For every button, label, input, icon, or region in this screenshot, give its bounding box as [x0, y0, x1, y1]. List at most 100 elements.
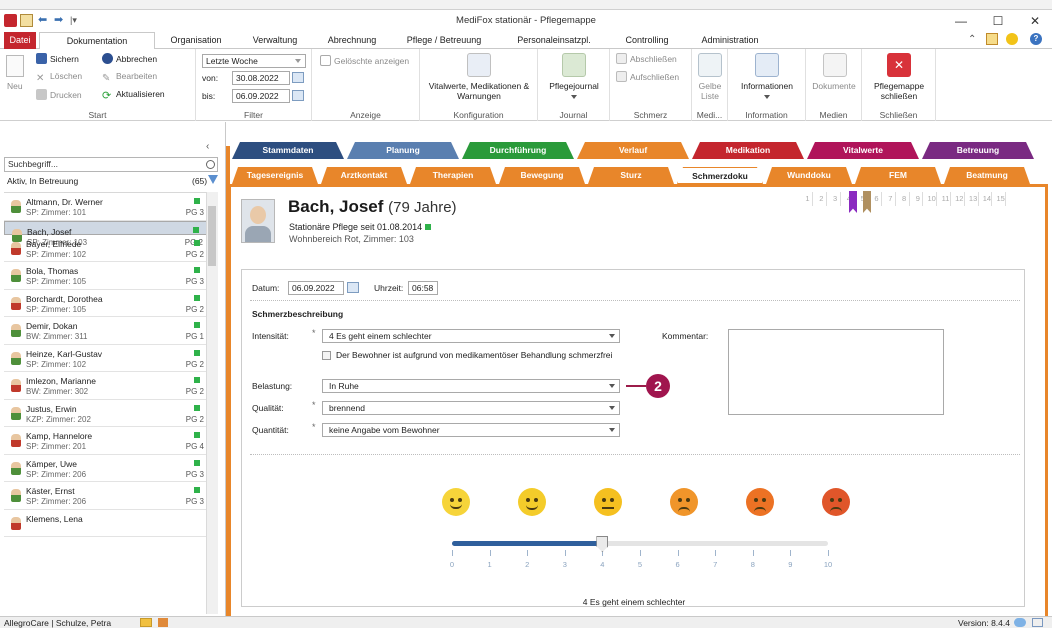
resident-filter[interactable]: Aktiv, In Betreuung (65): [4, 174, 218, 188]
cancel-button[interactable]: Abbrechen: [102, 53, 157, 64]
tab-abrechnung[interactable]: Abrechnung: [322, 32, 382, 49]
period-select[interactable]: Letzte Woche: [202, 54, 306, 68]
tab-administration[interactable]: Administration: [694, 32, 766, 49]
record-page-number[interactable]: 1: [803, 192, 813, 206]
information-button[interactable]: Informationen: [730, 81, 804, 91]
information-dropdown-icon[interactable]: [764, 95, 770, 99]
tab-verwaltung[interactable]: Verwaltung: [246, 32, 304, 49]
collapse-ribbon-icon[interactable]: ⌃: [968, 34, 976, 45]
quantity-select[interactable]: keine Angabe vom Bewohner: [322, 423, 620, 437]
record-page-number[interactable]: 6: [872, 192, 882, 206]
tab-dokumentation[interactable]: Dokumentation: [39, 32, 155, 50]
pain-face-happy-icon[interactable]: [442, 488, 470, 516]
help-icon[interactable]: ?: [1030, 33, 1042, 45]
quality-select[interactable]: brennend: [322, 401, 620, 415]
close-care-folder-button[interactable]: Pflegemappe schließen: [864, 81, 934, 101]
record-page-number[interactable]: 11: [941, 192, 951, 206]
to-date-field[interactable]: 06.09.2022: [232, 89, 290, 103]
collapse-sidebar-icon[interactable]: ‹: [206, 141, 209, 152]
secondary-tab-beatmung[interactable]: Beatmung: [944, 167, 1030, 184]
documents-button[interactable]: Dokumente: [806, 81, 862, 91]
resident-row[interactable]: Käster, Ernst SP: Zimmer: 206 PG 3: [4, 482, 218, 510]
secondary-tab-wunddoku[interactable]: Wunddoku: [766, 167, 852, 184]
resident-row[interactable]: Justus, Erwin KZP: Zimmer: 202 PG 2: [4, 400, 218, 427]
secondary-tab-bewegung[interactable]: Bewegung: [499, 167, 585, 184]
secondary-tab-schmerzdoku[interactable]: Schmerzdoku: [677, 167, 763, 184]
show-deleted-checkbox[interactable]: Gelöschte anzeigen: [320, 55, 409, 66]
painfree-checkbox[interactable]: [322, 351, 331, 360]
load-select[interactable]: In Ruhe: [322, 379, 620, 393]
time-field[interactable]: 06:58: [408, 281, 438, 295]
tab-controlling[interactable]: Controlling: [616, 32, 678, 49]
pain-face-neutral-icon[interactable]: [594, 488, 622, 516]
secondary-tab-tagesereignis[interactable]: Tagesereignis: [232, 167, 318, 184]
neu-button[interactable]: Neu: [7, 81, 23, 91]
search-input[interactable]: Suchbegriff...: [4, 157, 218, 172]
resident-row[interactable]: Bola, Thomas SP: Zimmer: 105 PG 3: [4, 262, 218, 290]
date-calendar-icon[interactable]: [347, 282, 359, 293]
edit-button[interactable]: ✎ Bearbeiten: [102, 71, 157, 84]
resident-row[interactable]: Imlezon, Marianne BW: Zimmer: 302 PG 2: [4, 372, 218, 400]
resident-row[interactable]: Altmann, Dr. Werner SP: Zimmer: 101 PG 3: [4, 193, 218, 221]
minimize-icon[interactable]: —: [946, 13, 976, 29]
from-calendar-icon[interactable]: [292, 72, 304, 83]
maximize-icon[interactable]: ☐: [983, 13, 1013, 29]
windows-icon[interactable]: [1032, 618, 1043, 627]
delete-button[interactable]: ✕ Löschen: [36, 71, 82, 84]
print-button[interactable]: Drucken: [36, 89, 82, 100]
record-page-number[interactable]: 7: [886, 192, 896, 206]
user-warning-icon[interactable]: [158, 618, 168, 627]
yellow-list-button[interactable]: Gelbe Liste: [692, 81, 728, 101]
refresh-button[interactable]: ⟳ Aktualisieren: [102, 89, 165, 102]
resident-row[interactable]: Bayer, Elfriede SP: Zimmer: 102 PG 2: [4, 235, 218, 262]
cloud-sync-icon[interactable]: [1014, 618, 1026, 627]
vitals-medications-warnings-button[interactable]: Vitalwerte, Medikationen & Warnungen: [424, 81, 534, 101]
resident-row[interactable]: Borchardt, Dorothea SP: Zimmer: 105 PG 2: [4, 290, 218, 317]
resident-row[interactable]: Kamp, Hannelore SP: Zimmer: 201 PG 4: [4, 427, 218, 455]
secondary-tab-therapien[interactable]: Therapien: [410, 167, 496, 184]
tab-pflege-betreuung[interactable]: Pflege / Betreuung: [396, 32, 492, 49]
resident-row[interactable]: Klemens, Lena: [4, 510, 218, 537]
from-date-field[interactable]: 30.08.2022: [232, 71, 290, 85]
record-page-number[interactable]: 12: [955, 192, 965, 206]
record-page-number[interactable]: 13: [969, 192, 979, 206]
pain-face-sad-icon[interactable]: [670, 488, 698, 516]
close-icon[interactable]: ✕: [1020, 13, 1050, 29]
smiley-icon[interactable]: [1006, 33, 1018, 45]
intensity-select[interactable]: 4 Es geht einem schlechter: [322, 329, 620, 343]
resident-row[interactable]: Kämper, Uwe SP: Zimmer: 206 PG 3: [4, 455, 218, 482]
pain-face-smile-icon[interactable]: [518, 488, 546, 516]
record-page-number[interactable]: 2: [817, 192, 827, 206]
secondary-tab-fem[interactable]: FEM: [855, 167, 941, 184]
journal-dropdown-icon[interactable]: [571, 95, 577, 99]
folder-icon[interactable]: [140, 618, 152, 627]
care-journal-button[interactable]: Pflegejournal: [540, 81, 608, 91]
record-page-number[interactable]: 9: [913, 192, 924, 206]
record-page-number[interactable]: 10: [927, 192, 938, 206]
slider-thumb[interactable]: [596, 536, 609, 552]
secondary-tab-arztkontakt[interactable]: Arztkontakt: [321, 167, 407, 184]
date-field[interactable]: 06.09.2022: [288, 281, 344, 295]
to-calendar-icon[interactable]: [292, 90, 304, 101]
filter-funnel-icon[interactable]: [208, 175, 218, 184]
resident-row[interactable]: Demir, Dokan BW: Zimmer: 311 PG 1: [4, 317, 218, 345]
record-page-number[interactable]: 14: [982, 192, 993, 206]
record-page-number[interactable]: 15: [996, 192, 1007, 206]
tab-personaleinsatzplanung[interactable]: Personaleinsatzpl.: [508, 32, 600, 49]
scrollbar-thumb[interactable]: [208, 206, 216, 266]
tab-organisation[interactable]: Organisation: [164, 32, 228, 49]
unlock-button[interactable]: Aufschließen: [616, 71, 679, 82]
record-page-number[interactable]: 8: [900, 192, 910, 206]
home-settings-icon[interactable]: [986, 33, 998, 45]
record-page-number[interactable]: 3: [831, 192, 841, 206]
resident-row[interactable]: Bach, Josef SP: Zimmer: 103 PG 2: [4, 220, 218, 247]
secondary-tab-sturz[interactable]: Sturz: [588, 167, 674, 184]
pain-intensity-slider[interactable]: 0 1 2 3 4 5 6 7 8 9 10: [450, 536, 832, 576]
save-button[interactable]: Sichern: [36, 53, 79, 64]
pain-face-sadder-icon[interactable]: [746, 488, 774, 516]
pain-face-saddest-icon[interactable]: [822, 488, 850, 516]
resident-row[interactable]: Heinze, Karl-Gustav SP: Zimmer: 102 PG 2: [4, 345, 218, 372]
lock-button[interactable]: Abschließen: [616, 53, 677, 64]
tab-datei[interactable]: Datei: [4, 32, 36, 49]
comment-textarea[interactable]: [728, 329, 944, 415]
